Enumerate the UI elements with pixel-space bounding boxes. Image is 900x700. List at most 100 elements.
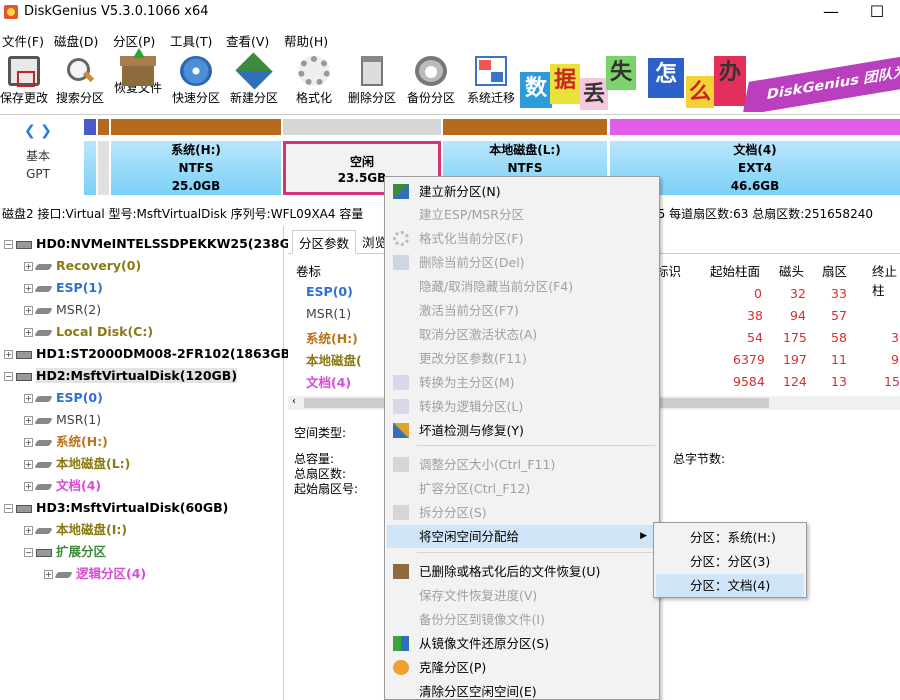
tree-part[interactable]: + 系统(H:) (24, 432, 108, 452)
menu-label: 更改分区参数(F11) (419, 351, 527, 366)
tree-part[interactable]: + MSR(2) (24, 300, 101, 320)
menu-deactivate-partition[interactable]: 取消分区激活状态(A) (387, 323, 657, 346)
quick-partition-button[interactable]: 快速分区 (168, 52, 224, 110)
disk-segment-system[interactable]: 系统(H:) NTFS 25.0GB (111, 119, 281, 195)
disk-segment-esp[interactable] (84, 119, 96, 195)
submenu-item-partition3[interactable]: 分区：分区(3) (656, 550, 804, 573)
tab-partition-params[interactable]: 分区参数 (292, 230, 357, 254)
expand-icon[interactable]: + (24, 328, 33, 337)
expand-icon[interactable]: + (24, 460, 33, 469)
menu-wipe-free-space[interactable]: 清除分区空闲空间(E) (387, 680, 657, 700)
menu-change-params[interactable]: 更改分区参数(F11) (387, 347, 657, 370)
menu-view[interactable]: 查看(V) (226, 31, 269, 50)
table-row[interactable]: 本地磁盘( (306, 350, 362, 369)
cell-sec: 57 (831, 308, 847, 323)
menu-new-partition[interactable]: 建立新分区(N) (387, 180, 657, 203)
delete-partition-label: 删除分区 (347, 91, 396, 105)
tree-disk-hd2[interactable]: − HD2:MsftVirtualDisk(120GB) (4, 366, 238, 386)
save-changes-button[interactable]: 保存更改 (0, 52, 52, 110)
promo-banner[interactable]: 数 据 丢 失 怎 么 办 DiskGenius 团队为 (520, 52, 900, 112)
menu-bar: 文件(F) 磁盘(D) 分区(P) 工具(T) 查看(V) 帮助(H) (0, 26, 900, 50)
menu-extend-partition[interactable]: 扩容分区(Ctrl_F12) (387, 477, 657, 500)
menu-label: 将空闲空间分配给 (419, 529, 520, 544)
menu-format-partition[interactable]: 格式化当前分区(F) (387, 227, 657, 250)
menu-to-logical[interactable]: 转换为逻辑分区(L) (387, 395, 657, 418)
tree-part[interactable]: − 扩展分区 (24, 542, 106, 562)
new-partition-label: 新建分区 (229, 91, 278, 105)
title-bar: DiskGenius V5.3.0.1066 x64 — ☐ (0, 0, 900, 26)
submenu-item-docs[interactable]: 分区：文档(4) (656, 574, 804, 597)
tree-part[interactable]: + 逻辑分区(4) (44, 564, 146, 584)
expand-icon[interactable]: + (24, 306, 33, 315)
tree-part[interactable]: + Recovery(0) (24, 256, 141, 276)
expand-icon[interactable]: + (24, 394, 33, 403)
banner-tile: 办 (714, 56, 746, 106)
format-button[interactable]: 格式化 (286, 52, 342, 110)
menu-tools[interactable]: 工具(T) (170, 31, 212, 50)
menu-file[interactable]: 文件(F) (2, 31, 44, 50)
expand-icon[interactable]: + (24, 416, 33, 425)
collapse-icon[interactable]: − (4, 372, 13, 381)
menu-delete-partition[interactable]: 删除当前分区(Del) (387, 251, 657, 274)
disk-nav-arrows[interactable]: ❮ ❯ (24, 123, 52, 139)
segment-size: 25.0GB (171, 179, 221, 193)
menu-backup-to-image[interactable]: 备份分区到镜像文件(I) (387, 608, 657, 631)
expand-icon[interactable]: + (24, 526, 33, 535)
scroll-left-icon[interactable]: ‹ (292, 396, 296, 407)
menu-label: 拆分分区(S) (419, 505, 487, 520)
tree-disk-hd0[interactable]: − HD0:NVMeINTELSSDPEKKW25(238GB) (4, 234, 305, 254)
disk-segment-msr[interactable] (98, 119, 109, 195)
tree-disk-hd1[interactable]: + HD1:ST2000DM008-2FR102(1863GB) (4, 344, 296, 364)
search-partition-button[interactable]: 搜索分区 (52, 52, 108, 110)
minimize-button[interactable]: — (808, 0, 854, 26)
disk-type-label: 基本 GPT (14, 147, 62, 183)
tree-part[interactable]: + 本地磁盘(I:) (24, 520, 127, 540)
menu-resize-partition[interactable]: 调整分区大小(Ctrl_F11) (387, 453, 657, 476)
harddisk-icon (16, 240, 32, 249)
menu-create-esp-msr[interactable]: 建立ESP/MSR分区 (387, 203, 657, 226)
backup-partition-button[interactable]: 备份分区 (403, 52, 459, 110)
menu-restore-from-image[interactable]: 从镜像文件还原分区(S) (387, 632, 657, 655)
row-label: 系统(H:) (306, 331, 358, 346)
system-migrate-button[interactable]: 系统迁移 (463, 52, 519, 110)
menu-bad-sector-check[interactable]: 坏道检测与修复(Y) (387, 419, 657, 442)
tree-part[interactable]: + ESP(1) (24, 278, 103, 298)
table-row[interactable]: 系统(H:) (306, 328, 358, 347)
recover-files-button[interactable]: 恢复文件 (110, 48, 166, 110)
expand-icon[interactable]: + (24, 284, 33, 293)
new-partition-button[interactable]: 新建分区 (226, 52, 282, 110)
expand-icon[interactable]: + (24, 262, 33, 271)
menu-save-recovery-progress[interactable]: 保存文件恢复进度(V) (387, 584, 657, 607)
expand-icon[interactable]: + (44, 570, 53, 579)
submenu-item-system[interactable]: 分区：系统(H:) (656, 526, 804, 549)
maximize-button[interactable]: ☐ (854, 0, 900, 26)
menu-disk[interactable]: 磁盘(D) (54, 31, 98, 50)
collapse-icon[interactable]: − (4, 240, 13, 249)
collapse-icon[interactable]: − (24, 548, 33, 557)
tree-part[interactable]: + 文档(4) (24, 476, 101, 496)
menu-help[interactable]: 帮助(H) (284, 31, 328, 50)
menu-file-recovery[interactable]: 已删除或格式化后的文件恢复(U) (387, 560, 657, 583)
menu-to-primary[interactable]: 转换为主分区(M) (387, 371, 657, 394)
delete-partition-button[interactable]: 删除分区 (344, 52, 400, 110)
tree-disk-hd3[interactable]: − HD3:MsftVirtualDisk(60GB) (4, 498, 228, 518)
tree-part[interactable]: + 本地磁盘(L:) (24, 454, 130, 474)
menu-allocate-free-space[interactable]: 将空闲空间分配给 ▶ (387, 525, 657, 548)
collapse-icon[interactable]: − (4, 504, 13, 513)
menu-activate-partition[interactable]: 激活当前分区(F7) (387, 299, 657, 322)
tree-part[interactable]: + Local Disk(C:) (24, 322, 153, 342)
tree-part[interactable]: + MSR(1) (24, 410, 101, 430)
menu-clone-partition[interactable]: 克隆分区(P) (387, 656, 657, 679)
expand-icon[interactable]: + (24, 482, 33, 491)
menu-split-partition[interactable]: 拆分分区(S) (387, 501, 657, 524)
menu-hide-partition[interactable]: 隐藏/取消隐藏当前分区(F4) (387, 275, 657, 298)
tree-label: 系统(H:) (56, 434, 108, 449)
table-row[interactable]: 文档(4) (306, 372, 351, 391)
table-row[interactable]: ESP(0) (306, 284, 353, 299)
table-row[interactable]: MSR(1) (306, 306, 351, 321)
extended-partition-icon (36, 548, 52, 557)
row-label: 文档(4) (306, 375, 352, 390)
tree-part[interactable]: + ESP(0) (24, 388, 103, 408)
expand-icon[interactable]: + (4, 350, 13, 359)
expand-icon[interactable]: + (24, 438, 33, 447)
